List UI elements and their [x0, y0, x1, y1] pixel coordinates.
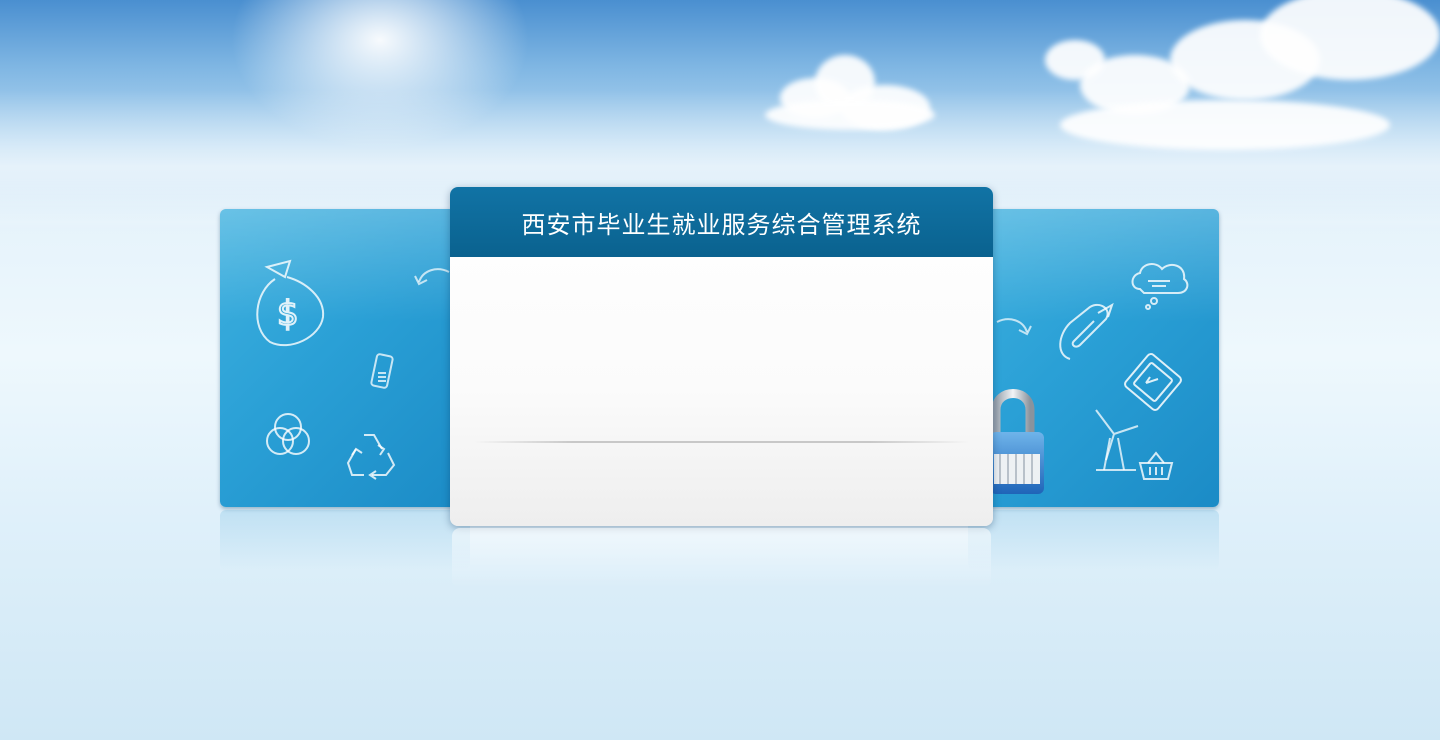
- card-body: [450, 257, 993, 526]
- recycle-icon: [342, 427, 402, 482]
- left-decor-panel: $: [220, 209, 470, 507]
- page-title: 西安市毕业生就业服务综合管理系统: [521, 210, 922, 239]
- card-header: 西安市毕业生就业服务综合管理系统: [450, 187, 993, 257]
- card-reflection: [452, 528, 991, 588]
- arrow-icon: [413, 264, 453, 294]
- padlock-icon: [990, 380, 1050, 504]
- right-panel-reflection: [968, 510, 1219, 570]
- left-panel-reflection: [220, 510, 470, 570]
- cloud-chat-icon: [1128, 259, 1193, 314]
- login-card: 西安市毕业生就业服务综合管理系统: [450, 187, 993, 526]
- money-bag-icon: $: [245, 257, 330, 352]
- divider: [474, 441, 969, 443]
- mobile-phone-icon: [368, 349, 398, 394]
- arrow-icon: [993, 314, 1033, 344]
- three-circles-icon: [260, 409, 315, 459]
- paperclip-icon: [1050, 299, 1120, 369]
- shopping-basket-icon: [1136, 449, 1176, 484]
- svg-text:$: $: [277, 294, 299, 334]
